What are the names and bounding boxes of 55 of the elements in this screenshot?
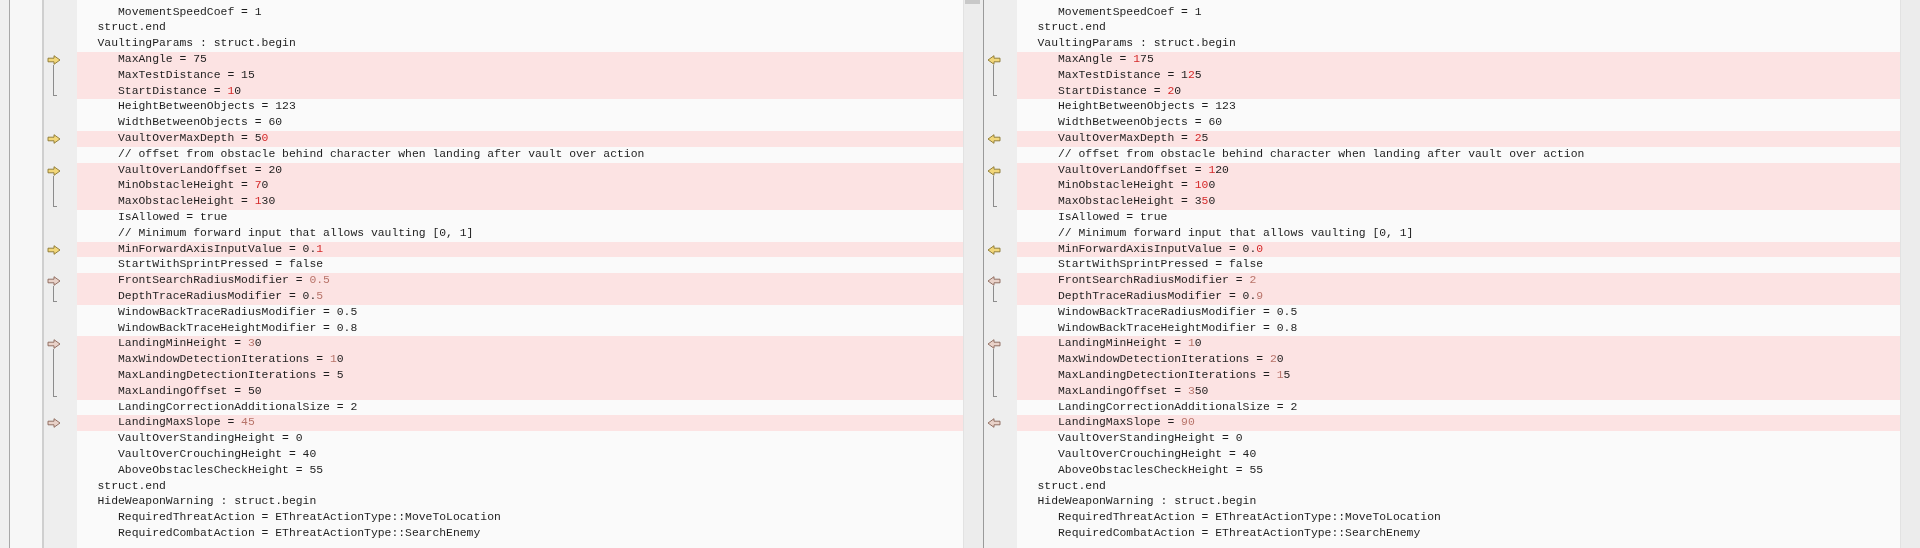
code-line: IsAllowed = true	[1057, 210, 1169, 226]
code-line: // Minimum forward input that allows vaulting [0, 1]	[117, 225, 475, 241]
code-line: StartWithSprintPressed = false	[1057, 257, 1265, 273]
code-line: HeightBetweenObjects = 123	[1057, 99, 1237, 115]
code-line: // Minimum forward input that allows vaulting [0, 1]	[1057, 225, 1415, 241]
code-line: AboveObstaclesCheckHeight = 55	[117, 462, 325, 478]
diff-arrow-icon[interactable]	[987, 244, 1001, 255]
code-line: struct.end	[1036, 478, 1107, 494]
code-line: WidthBetweenObjects = 60	[1057, 115, 1224, 131]
code-line: WindowBackTraceHeightModifier = 0.8	[1057, 320, 1299, 336]
code-line: VaultOverStandingHeight = 0	[1057, 431, 1244, 447]
code-line: WidthBetweenObjects = 60	[117, 115, 284, 131]
code-line: WindowBackTraceRadiusModifier = 0.5	[1057, 304, 1299, 320]
diff-arrow-icon[interactable]	[987, 418, 1001, 429]
code-line: LandingCorrectionAdditionalSize = 2	[1057, 399, 1299, 415]
diff-arrow-icon[interactable]	[47, 244, 61, 255]
code-line: struct.end	[1036, 20, 1107, 36]
code-line: RequiredThreatAction = EThreatActionType::MoveToLocation	[117, 510, 502, 526]
code-line: VaultingParams : struct.begin	[96, 36, 297, 52]
code-line: // offset from obstacle behind character when landing after vault over action	[117, 146, 646, 162]
code-line: VaultingParams : struct.begin	[1036, 36, 1237, 52]
diff-arrow-icon[interactable]	[47, 133, 61, 144]
code-line: WindowBackTraceRadiusModifier = 0.5	[117, 304, 359, 320]
code-line: AboveObstaclesCheckHeight = 55	[1057, 462, 1265, 478]
code-line: VaultOverCrouchingHeight = 40	[117, 447, 318, 462]
diff-arrow-icon[interactable]	[47, 339, 61, 350]
code-line: VaultOverCrouchingHeight = 40	[1057, 447, 1258, 462]
code-line: HideWeaponWarning : struct.begin	[1036, 494, 1258, 510]
diff-arrow-icon[interactable]	[987, 54, 1001, 65]
code-line: RequiredThreatAction = EThreatActionType::MoveToLocation	[1057, 510, 1442, 526]
code-line: LandingCorrectionAdditionalSize = 2	[117, 399, 359, 415]
code-line: StartWithSprintPressed = false	[117, 257, 325, 273]
code-line: WindowBackTraceHeightModifier = 0.8	[117, 320, 359, 336]
code-line: HeightBetweenObjects = 123	[117, 99, 297, 115]
code-line: // offset from obstacle behind character when landing after vault over action	[1057, 146, 1586, 162]
diff-arrow-icon[interactable]	[987, 276, 1001, 287]
scrollbar[interactable]	[1900, 0, 1920, 548]
code-line: IsAllowed = true	[117, 210, 229, 226]
diff-arrow-icon[interactable]	[47, 418, 61, 429]
scrollbar[interactable]	[963, 0, 983, 548]
code-line: VaultOverStandingHeight = 0	[117, 431, 304, 447]
scrollbar-thumb[interactable]	[965, 0, 980, 4]
diff-arrow-icon[interactable]	[47, 276, 61, 287]
diff-arrow-icon[interactable]	[987, 339, 1001, 350]
diff-arrow-icon[interactable]	[47, 165, 61, 176]
code-line: MovementSpeedCoef = 1	[117, 4, 263, 20]
diff-arrow-icon[interactable]	[987, 165, 1001, 176]
code-line: struct.end	[96, 478, 167, 494]
code-line: MovementSpeedCoef = 1	[1057, 4, 1203, 20]
code-line: RequiredCombatAction = EThreatActionType::SearchEnemy	[1057, 526, 1422, 541]
code-line: struct.end	[96, 20, 167, 36]
diff-arrow-icon[interactable]	[987, 133, 1001, 144]
code-line: HideWeaponWarning : struct.begin	[96, 494, 318, 510]
code-line: RequiredCombatAction = EThreatActionType::SearchEnemy	[117, 526, 482, 541]
diff-arrow-icon[interactable]	[47, 54, 61, 65]
